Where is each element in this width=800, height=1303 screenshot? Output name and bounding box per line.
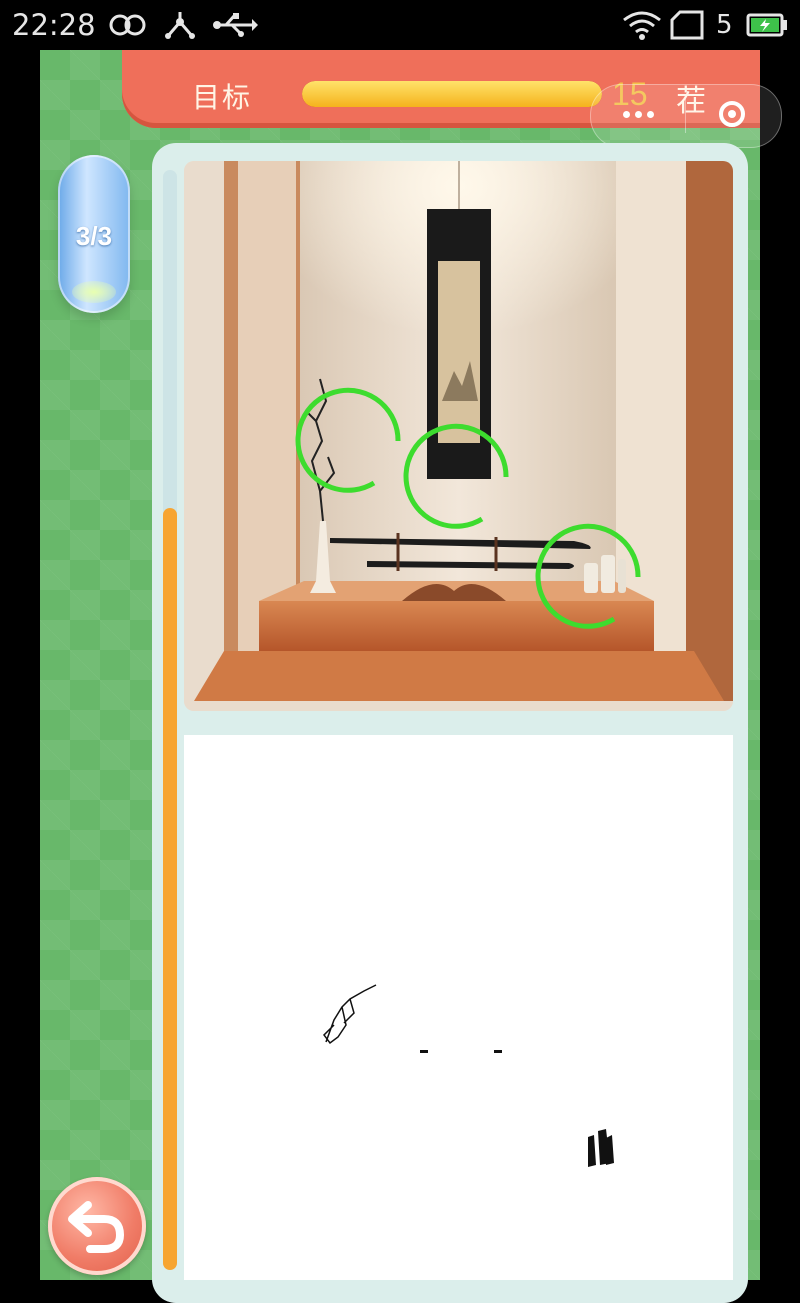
scene-candle-3 [618,559,626,593]
diff-candle-fragment [588,1129,614,1167]
diff-branch-fragment [323,984,377,1045]
infinity-icon [108,8,148,47]
scene-image[interactable] [184,161,733,711]
back-button[interactable] [48,1177,146,1275]
sim-number: 5 [716,10,733,40]
capsule-divider [685,99,686,133]
wifi-icon [622,8,662,47]
goal-progress-bar [302,81,602,107]
diff-mark-1 [420,1050,428,1053]
undo-arrow-icon [68,1201,125,1253]
share-hub-icon [162,8,198,47]
sim-card-icon [670,8,706,47]
scene-right-pillar [686,161,733,701]
scene-scroll-painting [438,261,480,443]
level-indicator: 3/3 [58,155,130,313]
difference-image[interactable] [184,735,733,1280]
goal-label: 目标 [192,82,253,113]
scene-candle-1 [584,563,598,593]
status-time: 22:28 [12,8,96,42]
goal-progress-fill [302,81,602,107]
diff-mark-2 [494,1050,502,1053]
miniprogram-capsule [590,84,782,148]
target-close-icon[interactable] [719,101,745,127]
usb-icon [212,8,258,47]
scroll-thumb[interactable] [163,508,177,1270]
status-bar: 22:28 5 [0,0,800,50]
more-dots-icon[interactable] [623,107,657,121]
battery-charging-icon [746,8,790,47]
scene-floor-step [194,651,724,701]
level-text: 3/3 [75,221,113,251]
scene-candle-2 [601,555,615,593]
